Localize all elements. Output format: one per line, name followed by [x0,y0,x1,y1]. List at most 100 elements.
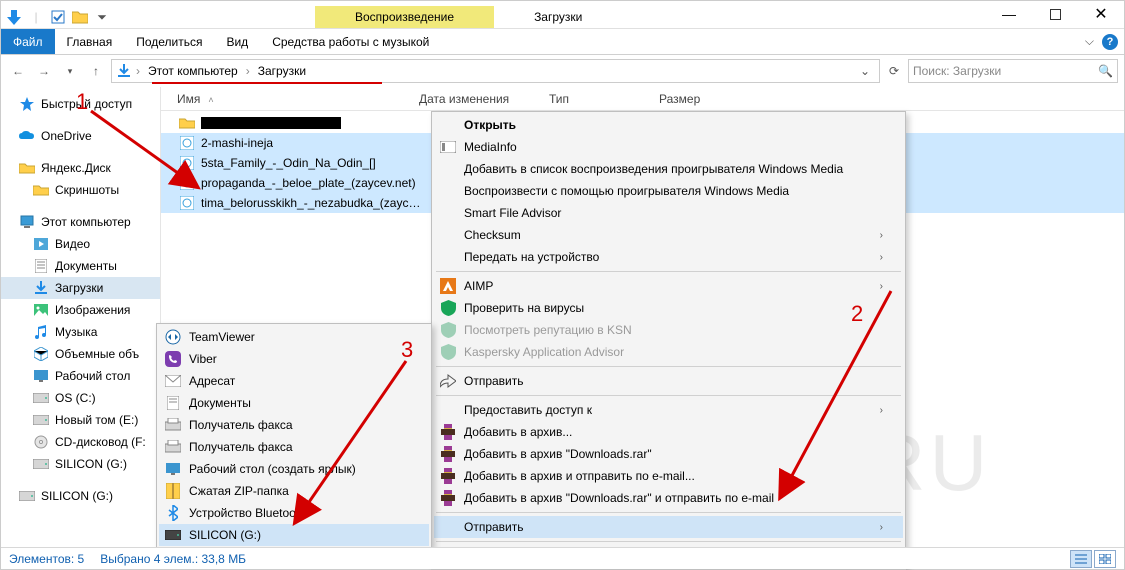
refresh-button[interactable]: ⟳ [884,64,904,78]
navpane-screenshots[interactable]: Скриншоты [1,179,160,201]
navpane-cddrive[interactable]: CD-дисковод (F: [1,431,160,453]
audio-icon [179,155,195,171]
navpane-osc[interactable]: OS (C:) [1,387,160,409]
column-headers[interactable]: Имя˄ Дата изменения Тип Размер [161,87,1124,111]
onedrive-icon [19,128,35,144]
ctx-wmp-addlist[interactable]: Добавить в список воспроизведения проигр… [434,158,903,180]
navpane-documents[interactable]: Документы [1,255,160,277]
navpane-newvol[interactable]: Новый том (E:) [1,409,160,431]
search-icon[interactable]: 🔍 [1098,64,1113,78]
select-icon[interactable] [49,8,67,26]
ctx-grant-access[interactable]: Предоставить доступ к› [434,399,903,421]
ribbon-tab-musictools[interactable]: Средства работы с музыкой [260,29,441,54]
help-icon[interactable]: ? [1102,34,1118,50]
sendto-teamviewer[interactable]: TeamViewer [159,326,429,348]
navpane-3dobjects[interactable]: Объемные объ [1,343,160,365]
address-bar-row: ← → ▾ ↑ › Этот компьютер › Загрузки ⌄ ⟳ … [1,55,1124,87]
breadcrumb[interactable]: › Этот компьютер › Загрузки ⌄ [111,59,880,83]
column-name[interactable]: Имя˄ [161,92,411,106]
sendto-submenu[interactable]: TeamViewer Viber Адресат Документы Получ… [156,323,432,549]
mediainfo-icon [438,137,458,157]
ctx-rar-dl-mail[interactable]: Добавить в архив "Downloads.rar" и отпра… [434,487,903,509]
sendto-bluetooth[interactable]: Устройство Bluetooth [159,502,429,524]
sendto-fax2[interactable]: Получатель факса [159,436,429,458]
breadcrumb-dropdown-icon[interactable]: ⌄ [855,64,875,78]
ctx-share[interactable]: Отправить [434,370,903,392]
ctx-rar-mail[interactable]: Добавить в архив и отправить по e-mail..… [434,465,903,487]
sendto-recipient[interactable]: Адресат [159,370,429,392]
overflow-icon[interactable]: ⏷ [93,8,111,26]
navigation-pane[interactable]: Быстрый доступ OneDrive Яндекс.Диск Скри… [1,87,161,547]
navpane-video[interactable]: Видео [1,233,160,255]
ctx-smartfileadvisor[interactable]: Smart File Advisor [434,202,903,224]
chevron-right-icon: › [880,522,883,533]
contextual-tab-music[interactable]: Воспроизведение [315,6,494,28]
star-icon [19,96,35,112]
sendto-zip[interactable]: Сжатая ZIP-папка [159,480,429,502]
close-button[interactable]: ✕ [1078,0,1124,28]
ribbon-tab-view[interactable]: Вид [214,29,260,54]
aimp-icon [438,276,458,296]
maximize-button[interactable] [1032,0,1078,28]
navpane-silicon-root[interactable]: SILICON (G:) [1,485,160,507]
bluetooth-icon [163,503,183,523]
ctx-mediainfo[interactable]: MediaInfo [434,136,903,158]
breadcrumb-downloads[interactable]: Загрузки [254,64,310,78]
ctx-checksum[interactable]: Checksum› [434,224,903,246]
navpane-silicon[interactable]: SILICON (G:) [1,453,160,475]
history-dropdown-icon[interactable]: ▾ [59,60,81,82]
kaspersky-icon [438,320,458,340]
winrar-icon [438,444,458,464]
column-date[interactable]: Дата изменения [411,92,541,106]
images-icon [33,302,49,318]
sendto-desktop-shortcut[interactable]: Рабочий стол (создать ярлык) [159,458,429,480]
ctx-aimp[interactable]: AIMP› [434,275,903,297]
ribbon-expand-icon[interactable]: ⌵ [1085,34,1094,49]
navpane-onedrive[interactable]: OneDrive [1,125,160,147]
annotation-underline [152,82,382,84]
fax-icon [163,415,183,435]
up-button[interactable]: ↑ [85,60,107,82]
status-count: Элементов: 5 [9,552,84,566]
navpane-desktop[interactable]: Рабочий стол [1,365,160,387]
context-menu[interactable]: Открыть MediaInfo Добавить в список восп… [431,111,906,570]
sendto-documents[interactable]: Документы [159,392,429,414]
ctx-rar-dl[interactable]: Добавить в архив "Downloads.rar" [434,443,903,465]
teamviewer-icon [163,327,183,347]
ctx-sendto[interactable]: Отправить› [434,516,903,538]
sendto-viber[interactable]: Viber [159,348,429,370]
view-details-button[interactable] [1070,550,1092,568]
forward-button[interactable]: → [33,60,55,82]
documents-icon [33,258,49,274]
back-button[interactable]: ← [7,60,29,82]
folder-qat-icon[interactable] [71,8,89,26]
search-input[interactable]: Поиск: Загрузки 🔍 [908,59,1118,83]
ctx-rar-add[interactable]: Добавить в архив... [434,421,903,443]
navpane-downloads[interactable]: Загрузки [1,277,160,299]
navpane-music[interactable]: Музыка [1,321,160,343]
ctx-cast[interactable]: Передать на устройство› [434,246,903,268]
drive-icon [19,488,35,504]
navpane-yandex-disk[interactable]: Яндекс.Диск [1,157,160,179]
breadcrumb-thispc[interactable]: Этот компьютер [144,64,242,78]
column-type[interactable]: Тип [541,92,651,106]
drive-icon [163,525,183,545]
quick-access-toolbar: | ⏷ [1,6,115,28]
ctx-wmp-play[interactable]: Воспроизвести с помощью проигрывателя Wi… [434,180,903,202]
chevron-right-icon: › [880,281,883,292]
minimize-button[interactable]: — [986,0,1032,28]
navpane-quick-access[interactable]: Быстрый доступ [1,93,160,115]
kaspersky-icon [438,342,458,362]
ctx-scan-virus[interactable]: Проверить на вирусы [434,297,903,319]
ctx-open[interactable]: Открыть [434,114,903,136]
navpane-images[interactable]: Изображения [1,299,160,321]
column-size[interactable]: Размер [651,92,731,106]
navpane-this-pc[interactable]: Этот компьютер [1,211,160,233]
view-icons-button[interactable] [1094,550,1116,568]
ribbon-tab-share[interactable]: Поделиться [124,29,214,54]
ribbon-tab-home[interactable]: Главная [55,29,125,54]
sendto-silicon[interactable]: SILICON (G:) [159,524,429,546]
zip-icon [163,481,183,501]
ribbon-file-tab[interactable]: Файл [1,29,55,54]
sendto-fax1[interactable]: Получатель факса [159,414,429,436]
